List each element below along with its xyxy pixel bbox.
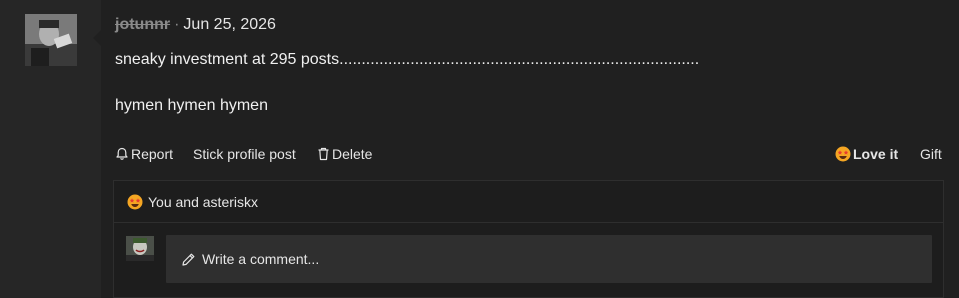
post-date[interactable]: Jun 25, 2026 [183, 16, 276, 33]
current-user-avatar-image [126, 236, 154, 261]
post-body-line: sneaky investment at 295 posts..........… [115, 51, 700, 68]
reactions-summary-text: You and asteriskx [148, 193, 258, 210]
stick-label: Stick profile post [193, 146, 296, 162]
delete-label: Delete [332, 146, 373, 162]
love-it-label: Love it [853, 146, 899, 162]
avatar-pointer [93, 30, 101, 46]
comments-section: You and asteriskx Write a comment... [113, 180, 944, 298]
post-meta: jotunnr · Jun 25, 2026 [115, 16, 276, 34]
comment-input[interactable]: Write a comment... [166, 235, 932, 283]
post-actions: Report Stick profile post Delete Love it… [115, 146, 943, 166]
gift-button[interactable]: Gift [920, 146, 942, 162]
profile-gutter [0, 0, 101, 298]
current-user-avatar[interactable] [126, 236, 154, 261]
reactions-summary[interactable]: You and asteriskx [114, 181, 943, 223]
report-button[interactable]: Report [115, 146, 173, 162]
meta-separator: · [174, 16, 180, 33]
star-struck-emoji-icon [127, 194, 143, 209]
comment-placeholder: Write a comment... [202, 251, 320, 267]
author-avatar[interactable] [25, 14, 77, 66]
profile-post: jotunnr · Jun 25, 2026 sneaky investment a… [101, 0, 959, 298]
post-author-link[interactable]: jotunnr [115, 16, 170, 33]
stick-profile-post-button[interactable]: Stick profile post [193, 146, 296, 162]
star-struck-emoji-icon [835, 146, 851, 162]
delete-button[interactable]: Delete [317, 146, 372, 162]
pencil-icon [182, 253, 195, 266]
trash-icon [318, 147, 329, 161]
gift-label: Gift [920, 146, 942, 162]
report-label: Report [131, 146, 174, 162]
author-avatar-image [25, 14, 77, 66]
love-it-reaction-button[interactable]: Love it [835, 146, 898, 162]
bell-icon [116, 147, 128, 160]
post-body-line: hymen hymen hymen [115, 97, 268, 114]
